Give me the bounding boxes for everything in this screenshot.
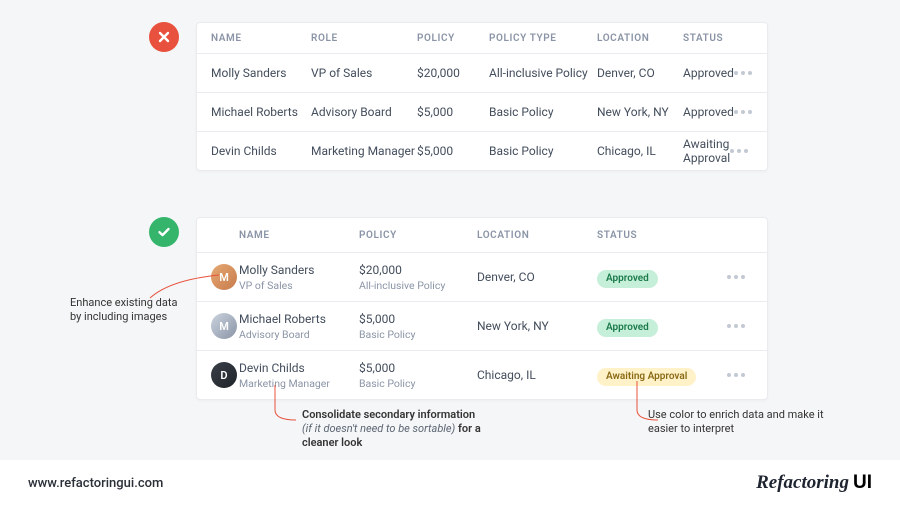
cell-name: Molly Sanders <box>211 66 311 80</box>
svg-text:Use color to enrich data and m: Use color to enrich data and make it <box>648 408 824 421</box>
cell-policy-type: Basic Policy <box>489 105 597 119</box>
cell-policy: $5,000 Basic Policy <box>359 312 477 341</box>
col-name: NAME <box>239 230 359 241</box>
cell-name: Michael Roberts <box>211 105 311 119</box>
table-row: M Molly Sanders VP of Sales $20,000 All-… <box>197 253 767 302</box>
avatar: D <box>211 362 237 388</box>
cell-status: Approved <box>683 105 734 119</box>
row-actions-button[interactable] <box>727 373 753 377</box>
cell-name: Devin Childs <box>211 144 311 158</box>
svg-text:by including images: by including images <box>70 310 167 323</box>
col-policy: POLICY <box>417 33 489 44</box>
cell-location: Denver, CO <box>477 270 597 284</box>
cell-status: Approved <box>683 66 734 80</box>
svg-text:(if it doesn't need to be sort: (if it doesn't need to be sortable) for … <box>302 422 481 435</box>
row-actions-button[interactable] <box>734 110 760 114</box>
cell-status: Approved <box>597 315 727 337</box>
table-row: Molly Sanders VP of Sales $20,000 All-in… <box>197 54 767 93</box>
status-badge: Approved <box>597 319 658 337</box>
cell-policy: $5,000 Basic Policy <box>359 361 477 390</box>
site-url: www.refactoringui.com <box>28 476 163 491</box>
row-actions-button[interactable] <box>734 71 760 75</box>
cell-location: New York, NY <box>477 319 597 333</box>
cell-policy: $5,000 <box>417 105 489 119</box>
row-actions-button[interactable] <box>730 149 756 153</box>
row-actions-button[interactable] <box>727 324 753 328</box>
cell-role: VP of Sales <box>311 66 417 80</box>
cell-policy: $20,000 All-inclusive Policy <box>359 263 477 292</box>
good-example-icon <box>149 217 179 247</box>
col-role: ROLE <box>311 33 417 44</box>
cell-policy: $20,000 <box>417 66 489 80</box>
footer: www.refactoringui.com RefactoringUI <box>0 460 900 506</box>
bad-example-icon <box>149 22 179 52</box>
status-badge: Awaiting Approval <box>597 368 696 386</box>
cell-status: Approved <box>597 266 727 288</box>
cell-role: Marketing Manager <box>311 144 417 158</box>
cell-location: Denver, CO <box>597 66 683 80</box>
cell-policy-type: All-inclusive Policy <box>489 66 597 80</box>
table-header-row: NAME POLICY LOCATION STATUS <box>197 218 767 253</box>
row-actions-button[interactable] <box>727 275 753 279</box>
table-row: M Michael Roberts Advisory Board $5,000 … <box>197 302 767 351</box>
col-policy: POLICY <box>359 230 477 241</box>
cell-policy-type: Basic Policy <box>489 144 597 158</box>
cell-location: New York, NY <box>597 105 683 119</box>
table-row: Michael Roberts Advisory Board $5,000 Ba… <box>197 93 767 132</box>
svg-text:Enhance existing data: Enhance existing data <box>70 296 177 309</box>
cell-name: Molly Sanders VP of Sales <box>239 263 359 292</box>
cell-status: Awaiting Approval <box>683 137 730 165</box>
good-table: NAME POLICY LOCATION STATUS M Molly Sand… <box>196 217 768 400</box>
avatar: M <box>211 264 237 290</box>
cell-status: Awaiting Approval <box>597 364 727 386</box>
svg-text:cleaner look: cleaner look <box>302 436 362 449</box>
cell-role: Advisory Board <box>311 105 417 119</box>
table-row: Devin Childs Marketing Manager $5,000 Ba… <box>197 132 767 170</box>
cell-name: Michael Roberts Advisory Board <box>239 312 359 341</box>
col-name: NAME <box>211 33 311 44</box>
avatar: M <box>211 313 237 339</box>
col-location: LOCATION <box>597 33 683 44</box>
svg-text:Consolidate secondary informat: Consolidate secondary information <box>302 408 475 421</box>
status-badge: Approved <box>597 270 658 288</box>
cell-name: Devin Childs Marketing Manager <box>239 361 359 390</box>
cell-location: Chicago, IL <box>597 144 683 158</box>
col-status: STATUS <box>683 33 727 44</box>
col-policy-type: POLICY TYPE <box>489 33 597 44</box>
svg-text:easier to interpret: easier to interpret <box>648 422 734 435</box>
table-row: D Devin Childs Marketing Manager $5,000 … <box>197 351 767 399</box>
cell-policy: $5,000 <box>417 144 489 158</box>
cell-location: Chicago, IL <box>477 368 597 382</box>
brand-logo: RefactoringUI <box>756 472 872 494</box>
table-header-row: NAME ROLE POLICY POLICY TYPE LOCATION ST… <box>197 23 767 54</box>
col-location: LOCATION <box>477 230 597 241</box>
bad-table: NAME ROLE POLICY POLICY TYPE LOCATION ST… <box>196 22 768 171</box>
col-status: STATUS <box>597 230 727 241</box>
